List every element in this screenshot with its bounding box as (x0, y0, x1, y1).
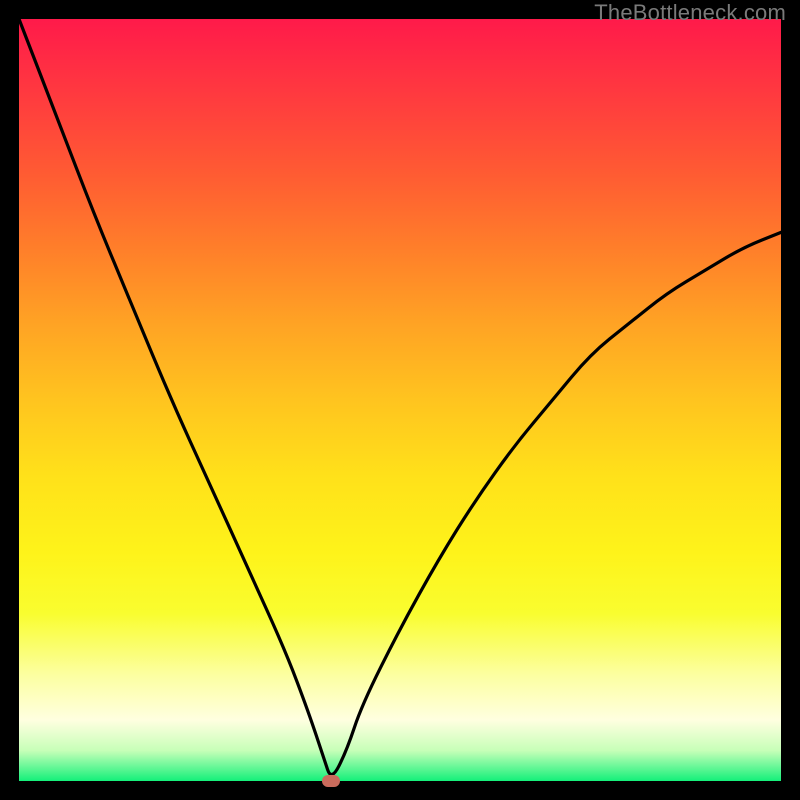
watermark-text: TheBottleneck.com (594, 0, 786, 26)
chart-frame: TheBottleneck.com (0, 0, 800, 800)
optimal-point-marker (322, 775, 340, 787)
bottleneck-curve (19, 19, 781, 781)
plot-area (19, 19, 781, 781)
